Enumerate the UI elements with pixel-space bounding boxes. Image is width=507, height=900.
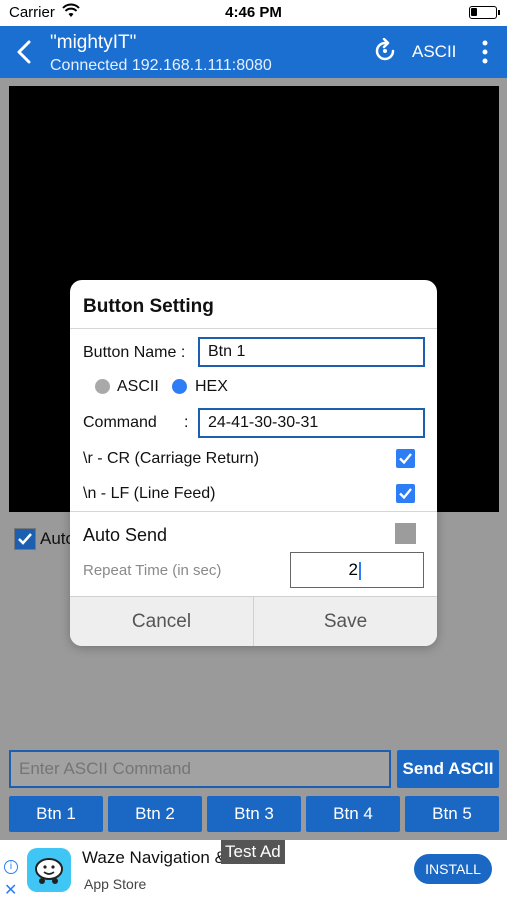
dialog-title: Button Setting <box>83 296 214 317</box>
quick-button-3[interactable]: Btn 3 <box>207 796 301 832</box>
command-label: Command <box>83 414 157 431</box>
quick-buttons-row: Btn 1 Btn 2 Btn 3 Btn 4 Btn 5 <box>9 796 499 832</box>
more-options-icon[interactable] <box>478 38 492 66</box>
connection-status: Connected 192.168.1.111:8080 <box>50 57 272 74</box>
cr-label: \r - CR (Carriage Return) <box>83 450 260 467</box>
lf-checkbox[interactable] <box>396 484 415 503</box>
auto-send-label: Auto Send <box>83 525 168 545</box>
save-button[interactable]: Save <box>254 597 437 646</box>
test-ad-badge: Test Ad <box>221 840 285 864</box>
hex-radio[interactable] <box>172 379 187 394</box>
command-colon: : <box>184 414 189 431</box>
refresh-icon[interactable] <box>372 38 398 64</box>
back-arrow-icon[interactable] <box>12 38 36 66</box>
battery-icon <box>469 6 500 19</box>
navigation-bar: "mightyIT" Connected 192.168.1.111:8080 … <box>0 26 507 78</box>
send-ascii-button[interactable]: Send ASCII <box>397 750 499 788</box>
command-field[interactable]: 24-41-30-30-31 <box>198 408 425 438</box>
repeat-time-label: Repeat Time (in sec) <box>83 562 222 579</box>
device-name: "mightyIT" <box>50 32 137 53</box>
ad-close-icon[interactable]: ✕ <box>4 880 17 900</box>
autoscroll-checkbox[interactable] <box>14 528 36 550</box>
ad-info-icon[interactable]: i <box>4 860 18 874</box>
checkmark-icon <box>399 488 412 500</box>
ad-store-label: App Store <box>84 876 147 892</box>
title-divider <box>70 328 437 329</box>
hex-radio-label: HEX <box>195 378 228 395</box>
quick-button-5[interactable]: Btn 5 <box>405 796 499 832</box>
ascii-radio[interactable] <box>95 379 110 394</box>
button-name-label: Button Name : <box>83 344 186 361</box>
repeat-time-value: 2 <box>348 560 358 579</box>
mode-toggle-button[interactable]: ASCII <box>412 42 456 62</box>
clock: 4:46 PM <box>225 4 282 21</box>
checkmark-icon <box>399 453 412 465</box>
cancel-button[interactable]: Cancel <box>70 597 253 646</box>
text-caret <box>359 561 361 580</box>
install-button[interactable]: INSTALL <box>414 854 492 884</box>
quick-button-1[interactable]: Btn 1 <box>9 796 103 832</box>
section-divider <box>70 511 437 512</box>
status-bar: Carrier 4:46 PM <box>0 0 507 26</box>
button-setting-dialog: Button Setting Button Name : Btn 1 ASCII… <box>70 280 437 646</box>
auto-send-checkbox[interactable] <box>395 523 416 544</box>
repeat-time-field[interactable]: 2 <box>290 552 424 588</box>
cr-checkbox[interactable] <box>396 449 415 468</box>
quick-button-2[interactable]: Btn 2 <box>108 796 202 832</box>
lf-label: \n - LF (Line Feed) <box>83 485 216 502</box>
ascii-radio-label: ASCII <box>117 378 159 395</box>
checkmark-icon <box>15 529 35 549</box>
button-name-field[interactable]: Btn 1 <box>198 337 425 367</box>
waze-app-icon <box>27 848 71 892</box>
dialog-footer: Cancel Save <box>70 596 437 646</box>
command-input[interactable] <box>9 750 391 788</box>
ad-banner[interactable]: i ✕ Waze Navigation & Traffic App Store … <box>0 840 507 900</box>
quick-button-4[interactable]: Btn 4 <box>306 796 400 832</box>
